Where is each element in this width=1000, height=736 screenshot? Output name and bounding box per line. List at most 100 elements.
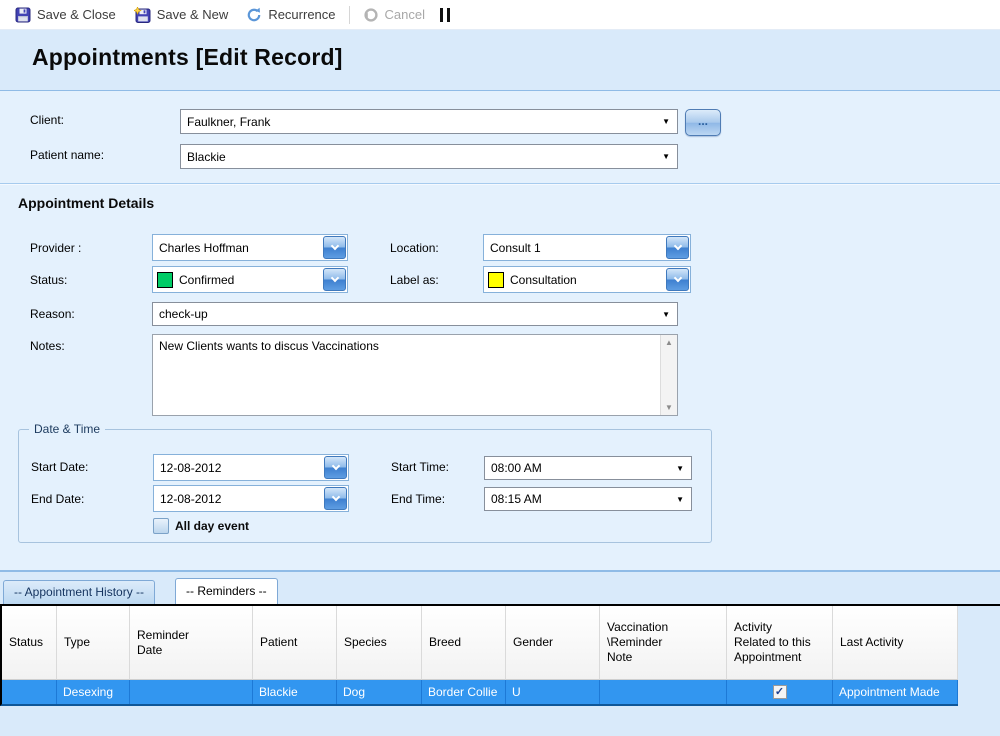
save-and-close-label: Save & Close — [37, 7, 116, 22]
start-time-value: 08:00 AM — [491, 461, 542, 475]
table-row[interactable]: Desexing Blackie Dog Border Collie U ✓ A… — [0, 680, 958, 706]
provider-dropdown-button[interactable] — [323, 236, 346, 259]
column-header-reminder-date[interactable]: Reminder Date — [130, 606, 253, 680]
label-as-value: Consultation — [510, 272, 577, 287]
cell-reminder-date — [130, 680, 253, 704]
patient-name-value: Blackie — [187, 149, 226, 164]
appointment-form-panel: Client: Faulkner, Frank ▼ ... Patient na… — [0, 90, 1000, 572]
column-header-activity-related[interactable]: Activity Related to this Appointment — [727, 606, 833, 680]
end-time-value: 08:15 AM — [491, 492, 542, 506]
client-dropdown-arrow-icon[interactable]: ▼ — [662, 117, 670, 126]
cell-breed: Border Collie — [422, 680, 506, 704]
start-date-picker[interactable]: 12-08-2012 — [153, 454, 349, 481]
end-date-label: End Date: — [31, 492, 85, 506]
pause-icon[interactable] — [439, 7, 450, 22]
label-as-swatch — [488, 271, 504, 288]
all-day-event-label: All day event — [175, 519, 250, 533]
start-time-combobox[interactable]: 08:00 AM ▼ — [484, 456, 692, 480]
chevron-down-icon — [330, 241, 339, 251]
status-label: Status: — [30, 273, 68, 287]
client-label: Client: — [30, 113, 65, 127]
page-title: Appointments [Edit Record] — [32, 44, 343, 70]
end-time-label: End Time: — [391, 492, 446, 506]
patient-name-combobox[interactable]: Blackie ▼ — [180, 144, 678, 169]
column-header-patient[interactable]: Patient — [253, 606, 337, 680]
activity-related-checkbox[interactable]: ✓ — [772, 685, 787, 699]
patient-dropdown-arrow-icon[interactable]: ▼ — [662, 152, 670, 161]
location-dropdown-button[interactable] — [666, 236, 689, 259]
cell-patient: Blackie — [253, 680, 337, 704]
cell-vaccination-note — [600, 680, 727, 704]
column-header-last-activity[interactable]: Last Activity — [833, 606, 958, 680]
chevron-down-icon — [331, 492, 340, 502]
cancel-button[interactable]: Cancel — [354, 4, 434, 26]
reason-combobox[interactable]: check-up ▼ — [152, 302, 678, 326]
column-header-vaccination-note[interactable]: Vaccination \Reminder Note — [600, 606, 727, 680]
cell-status — [2, 680, 57, 704]
column-header-status[interactable]: Status — [2, 606, 57, 680]
start-time-dropdown-arrow-icon[interactable]: ▼ — [676, 464, 684, 473]
status-value: Confirmed — [179, 272, 235, 287]
cell-last-activity: Appointment Made — [833, 680, 958, 704]
toolbar-separator — [348, 5, 350, 24]
reminders-table-header: Status Type Reminder Date Patient Specie… — [0, 606, 958, 680]
notes-textarea[interactable]: New Clients wants to discus Vaccinations… — [152, 334, 678, 416]
chevron-down-icon — [331, 461, 340, 471]
recurrence-button[interactable]: Recurrence — [237, 4, 344, 26]
column-header-breed[interactable]: Breed — [422, 606, 506, 680]
reason-dropdown-arrow-icon[interactable]: ▼ — [662, 310, 670, 319]
end-time-dropdown-arrow-icon[interactable]: ▼ — [676, 495, 684, 504]
end-date-picker[interactable]: 12-08-2012 — [153, 485, 349, 512]
save-and-close-button[interactable]: Save & Close — [6, 4, 125, 26]
section-divider — [0, 183, 1000, 184]
status-swatch — [157, 271, 173, 288]
notes-scrollbar[interactable]: ▲ ▼ — [660, 335, 677, 415]
reminders-table: Status Type Reminder Date Patient Specie… — [0, 604, 1000, 736]
start-date-dropdown-button[interactable] — [324, 456, 347, 479]
notes-value: New Clients wants to discus Vaccinations — [159, 339, 379, 353]
start-date-label: Start Date: — [31, 460, 89, 474]
label-as-dropdown-button[interactable] — [666, 268, 689, 291]
location-label: Location: — [390, 241, 439, 255]
end-date-dropdown-button[interactable] — [324, 487, 347, 510]
label-as-combobox[interactable]: Consultation — [483, 266, 691, 293]
notes-label: Notes: — [30, 339, 65, 353]
cancel-icon — [363, 7, 379, 23]
save-and-new-button[interactable]: Save & New — [125, 4, 238, 26]
column-header-species[interactable]: Species — [337, 606, 422, 680]
tab-appointment-history[interactable]: -- Appointment History -- — [3, 580, 156, 604]
all-day-event-checkbox[interactable] — [153, 518, 169, 534]
location-combobox[interactable]: Consult 1 — [483, 234, 691, 261]
provider-combobox[interactable]: Charles Hoffman — [152, 234, 348, 261]
column-header-gender[interactable]: Gender — [506, 606, 600, 680]
status-dropdown-button[interactable] — [323, 268, 346, 291]
status-combobox[interactable]: Confirmed — [152, 266, 348, 293]
history-reminders-tabstrip: -- Appointment History -- -- Reminders -… — [0, 578, 1000, 604]
date-time-legend: Date & Time — [29, 422, 106, 436]
client-browse-button[interactable]: ... — [685, 109, 721, 136]
start-time-label: Start Time: — [391, 460, 450, 474]
provider-value: Charles Hoffman — [159, 240, 249, 255]
reason-label: Reason: — [30, 307, 75, 321]
chevron-down-icon — [673, 273, 682, 283]
recurrence-icon — [246, 7, 262, 23]
tab-reminders[interactable]: -- Reminders -- — [175, 578, 278, 604]
save-new-floppy-icon — [133, 6, 151, 23]
cell-gender: U — [506, 680, 600, 704]
all-day-event-field: All day event — [153, 518, 249, 534]
scroll-down-icon[interactable]: ▼ — [665, 403, 673, 412]
cell-species: Dog — [337, 680, 422, 704]
label-as-label: Label as: — [390, 273, 439, 287]
chevron-down-icon — [673, 241, 682, 251]
reason-value: check-up — [159, 307, 208, 321]
client-value: Faulkner, Frank — [187, 114, 271, 129]
column-header-type[interactable]: Type — [57, 606, 130, 680]
client-combobox[interactable]: Faulkner, Frank ▼ — [180, 109, 678, 134]
date-time-group: Date & Time Start Date: 12-08-2012 Start… — [18, 422, 712, 543]
chevron-down-icon — [330, 273, 339, 283]
end-date-value: 12-08-2012 — [160, 491, 222, 506]
cell-activity-related: ✓ — [727, 680, 833, 704]
scroll-up-icon[interactable]: ▲ — [665, 338, 673, 347]
cell-type: Desexing — [57, 680, 130, 704]
end-time-combobox[interactable]: 08:15 AM ▼ — [484, 487, 692, 511]
